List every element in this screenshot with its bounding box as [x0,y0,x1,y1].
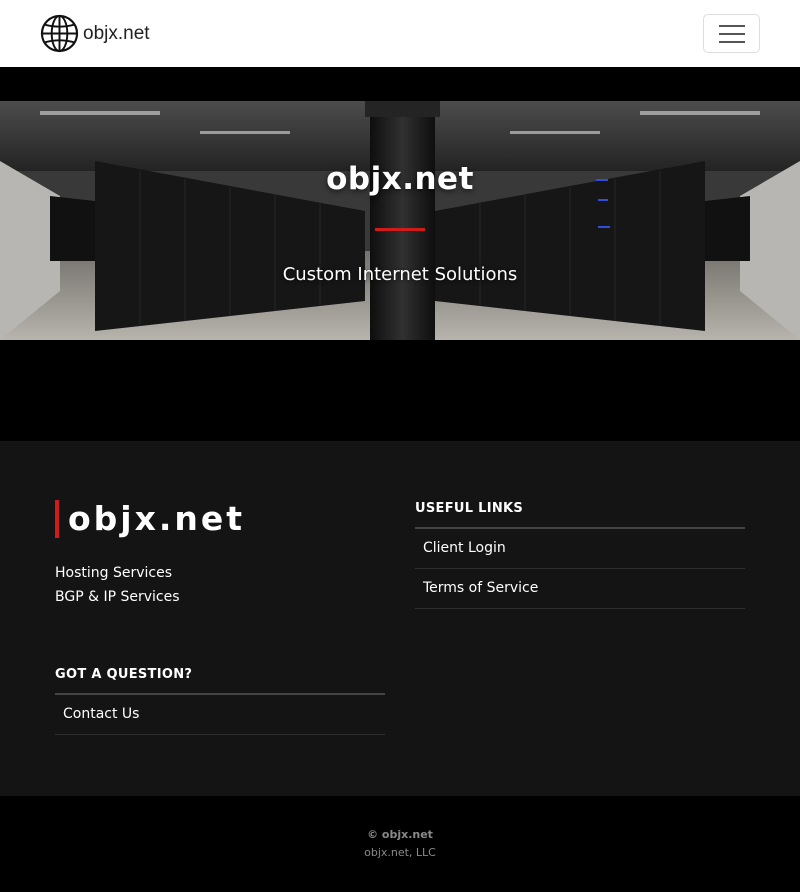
globe-icon [40,14,79,53]
hamburger-line [718,32,745,35]
hamburger-line [718,40,745,43]
contact-us-link[interactable]: Contact Us [55,695,385,735]
services-list: Hosting Services BGP & IP Services [55,561,180,609]
footer-logo: objx.net [55,500,245,538]
question-heading: GOT A QUESTION? [55,667,385,695]
navbar: objx.net [0,0,800,67]
hero-divider [375,228,425,231]
hero-subtitle: Custom Internet Solutions [282,264,518,285]
useful-links-heading: USEFUL LINKS [415,501,745,529]
footer: objx.net Hosting Services BGP & IP Servi… [0,441,800,796]
service-item: Hosting Services [55,565,173,581]
useful-links-list: Client Login Terms of Service [415,529,745,609]
brand-name: objx.net [83,22,150,44]
terms-of-service-link[interactable]: Terms of Service [415,569,745,609]
copyright-text: © objx.net [367,828,433,841]
hamburger-menu-icon [718,24,745,27]
question-section: GOT A QUESTION? Contact Us [55,667,385,735]
brand-link[interactable]: objx.net [40,14,150,53]
hero-title: objx.net [326,161,474,197]
useful-links-section: USEFUL LINKS Client Login Terms of Servi… [415,501,745,609]
company-name: objx.net, LLC [364,846,436,859]
hero-banner: objx.net Custom Internet Solutions [0,101,800,340]
hero-content: objx.net Custom Internet Solutions [0,101,800,340]
client-login-link[interactable]: Client Login [415,529,745,569]
question-links-list: Contact Us [55,695,385,735]
footer-bottom-bar: © objx.net objx.net, LLC [0,796,800,892]
service-item: BGP & IP Services [55,589,180,605]
hamburger-menu-button[interactable] [703,14,760,53]
